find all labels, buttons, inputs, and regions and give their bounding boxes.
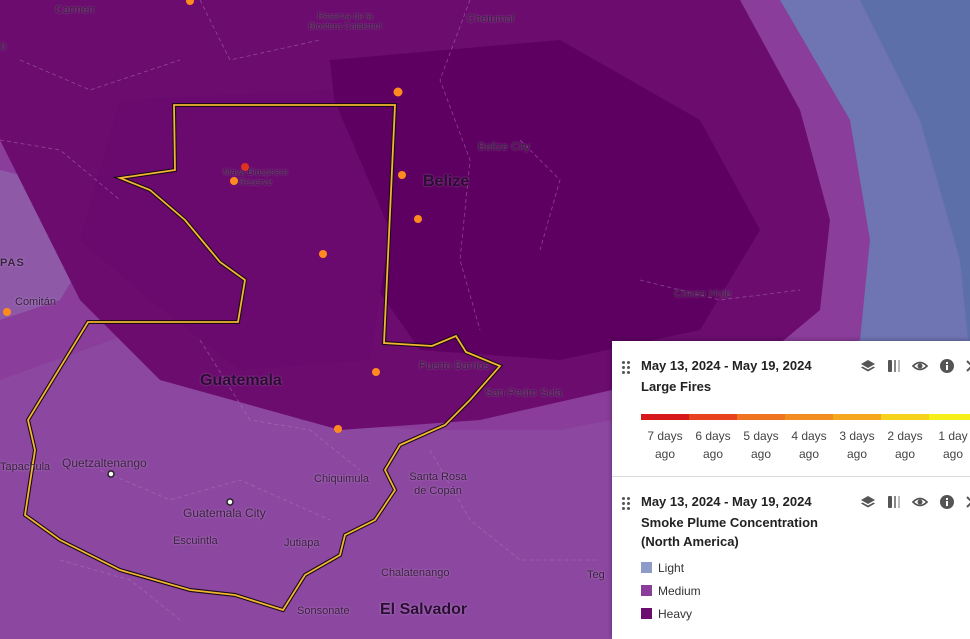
legend-label: Medium: [658, 584, 701, 598]
fire-point: [414, 215, 422, 223]
fire-point: [372, 368, 380, 376]
legend-item-light: Light: [641, 561, 684, 575]
place-label-maya-reserve: Maya Biosphere Reserve: [222, 167, 289, 187]
layer-title-line: Smoke Plume Concentration: [641, 515, 818, 530]
layer-date-range: May 13, 2024 - May 19, 2024: [641, 358, 812, 373]
drag-handle-icon[interactable]: [622, 361, 632, 375]
scale-swatch: [785, 414, 833, 420]
compare-icon[interactable]: [886, 494, 902, 510]
scale-swatch: [689, 414, 737, 420]
close-icon[interactable]: [964, 358, 970, 374]
fire-age-scale-labels: 7 days ago 6 days ago 5 days ago 4 days …: [641, 427, 970, 461]
scale-label: 6 days ago: [695, 429, 731, 461]
place-label-comitan: Comitán: [15, 296, 56, 308]
place-label-tapachula: Tapachula: [0, 461, 51, 473]
layer-card-smoke-plume: May 13, 2024 - May 19, 2024 Smoke Plume …: [612, 476, 970, 639]
place-label-carmen: Carmen: [55, 4, 95, 16]
scale-label: 2 days ago: [887, 429, 923, 461]
scale-swatch: [833, 414, 881, 420]
scale-swatch: [881, 414, 929, 420]
fire-point: [398, 171, 406, 179]
layer-card-large-fires: May 13, 2024 - May 19, 2024 Large Fires …: [612, 341, 970, 476]
place-label-pas: PAS: [0, 257, 25, 269]
scale-label: 5 days ago: [743, 429, 779, 461]
legend-item-medium: Medium: [641, 584, 701, 598]
scale-label: 7 days ago: [647, 429, 683, 461]
place-label-coxen-hole: Coxen Hole: [674, 288, 732, 300]
scale-swatch: [737, 414, 785, 420]
legend-label: Light: [658, 561, 685, 575]
layers-icon[interactable]: [860, 358, 876, 374]
scale-label: 3 days ago: [839, 429, 875, 461]
layer-date-range: May 13, 2024 - May 19, 2024: [641, 494, 812, 509]
layer-title: Smoke Plume Concentration (North America…: [641, 513, 818, 551]
scale-label: 4 days ago: [791, 429, 827, 461]
layer-title: Large Fires: [641, 379, 712, 394]
place-label-san-pedro-sula: San Pedro Sula: [485, 387, 563, 399]
place-label-chiquimula: Chiquimula: [314, 473, 370, 485]
info-icon[interactable]: [939, 358, 955, 374]
city-marker: [226, 498, 234, 506]
drag-handle-icon[interactable]: [622, 497, 632, 511]
legend-label: Heavy: [658, 607, 693, 621]
fire-point: [334, 425, 342, 433]
legend-item-heavy: Heavy: [641, 607, 692, 621]
place-label-chetumal: Chetumal: [467, 13, 515, 25]
layers-icon[interactable]: [860, 494, 876, 510]
fire-point: [319, 250, 327, 258]
city-marker: [107, 470, 115, 478]
fire-age-scale: [641, 414, 970, 420]
edge-label: 0: [0, 41, 7, 53]
legend-swatch: [641, 608, 652, 619]
compare-icon[interactable]: [886, 358, 902, 374]
place-label-santa-rosa: Santa Rosa de Copán: [409, 471, 467, 497]
place-label-belize-city: Belize City: [478, 141, 530, 153]
place-label-quetzaltenango: Quetzaltenango: [62, 456, 147, 470]
scale-label: 1 day ago: [938, 429, 968, 461]
legend-swatch: [641, 585, 652, 596]
scale-swatch: [641, 414, 689, 420]
country-label-belize: Belize: [423, 173, 470, 190]
close-icon[interactable]: [964, 494, 970, 510]
fire-point: [3, 308, 11, 316]
layer-legend-panel: May 13, 2024 - May 19, 2024 Large Fires …: [612, 341, 970, 639]
place-label-sonsonate: Sonsonate: [297, 605, 350, 617]
eye-icon[interactable]: [912, 494, 928, 510]
info-icon[interactable]: [939, 494, 955, 510]
place-label-escuintla: Escuintla: [173, 535, 218, 547]
legend-swatch: [641, 562, 652, 573]
place-label-guatemala-city: Guatemala City: [183, 506, 266, 520]
place-label-chalatenango: Chalatenango: [381, 567, 450, 579]
fire-point: [393, 87, 403, 97]
scale-swatch: [929, 414, 970, 420]
country-label-guatemala: Guatemala: [200, 372, 282, 389]
place-label-tegu: Teg: [587, 569, 605, 581]
layer-title-line: (North America): [641, 534, 739, 549]
place-label-calakmul: Reserva de la Biosfera Calakmul: [308, 11, 382, 31]
place-label-puerto-barrios: Puerto Barrios: [419, 360, 490, 372]
eye-icon[interactable]: [912, 358, 928, 374]
country-label-el-salvador: El Salvador: [380, 601, 468, 618]
place-label-jutiapa: Jutiapa: [284, 537, 320, 549]
